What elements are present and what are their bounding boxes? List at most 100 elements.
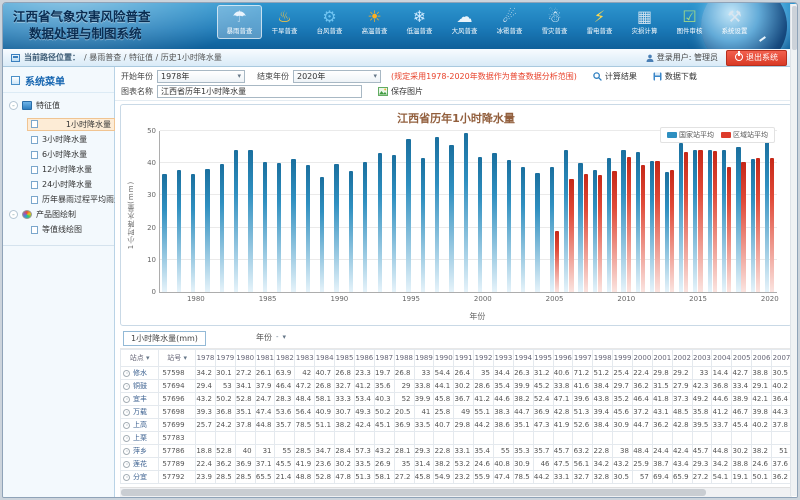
station-name[interactable]: 莲花 [133,459,147,469]
row-radio[interactable] [123,409,130,416]
toolbar-item-rainstorm-survey[interactable]: ☂暴雨普查 [217,5,262,39]
year-col-2006[interactable]: 2006 [752,350,772,367]
value-cell [235,432,255,445]
chart-name-input[interactable] [157,85,362,98]
year-col-1982[interactable]: 1982 [275,350,295,367]
year-col-1994[interactable]: 1994 [513,350,533,367]
station-column-header[interactable]: 站点 ▾ [121,350,159,367]
value-cell: 33.4 [732,380,752,393]
toolbar-item-lowtemp-survey[interactable]: ❄低温普查 [397,5,442,39]
toolbar-item-snow-survey[interactable]: ☃雪灾普查 [532,5,577,39]
year-col-1992[interactable]: 1992 [474,350,494,367]
year-col-1998[interactable]: 1998 [593,350,613,367]
sidebar-item-0-0[interactable]: 1小时降水量 [27,118,115,131]
year-col-2001[interactable]: 2001 [652,350,672,367]
end-year-select[interactable]: 2020年 ▾ [293,70,381,83]
bar-regional-2007 [584,174,588,292]
year-col-1986[interactable]: 1986 [354,350,374,367]
year-col-1987[interactable]: 1987 [374,350,394,367]
value-cell: 42.4 [672,445,692,458]
value-cell: 28.5 [235,471,255,484]
year-col-2004[interactable]: 2004 [712,350,732,367]
logout-button[interactable]: 退出系统 [726,50,787,66]
toolbar-item-typhoon-survey[interactable]: ⚙台风普查 [307,5,352,39]
year-col-2007[interactable]: 2007 [771,350,791,367]
horizontal-scrollbar-thumb[interactable] [121,489,706,496]
station-name[interactable]: 上高 [133,420,147,430]
station-name[interactable]: 宜丰 [133,394,147,404]
row-radio[interactable] [123,370,130,377]
year-col-2005[interactable]: 2005 [732,350,752,367]
toolbar-item-map-review[interactable]: ☑图件审核 [667,5,712,39]
row-radio[interactable] [123,448,130,455]
horizontal-scrollbar[interactable] [120,487,792,497]
toolbar-item-system-settings[interactable]: ⚒系统设置 [712,5,757,39]
sidebar-group-1[interactable]: -产品图绘制 [7,207,112,222]
year-col-1983[interactable]: 1983 [295,350,315,367]
calculate-button[interactable]: 计算结果 [593,71,637,82]
year-col-1990[interactable]: 1990 [434,350,454,367]
row-radio[interactable] [123,435,130,442]
value-cell: 78.5 [295,419,315,432]
year-col-1978[interactable]: 1978 [196,350,216,367]
station-name[interactable]: 分宜 [133,472,147,482]
year-col-1991[interactable]: 1991 [454,350,474,367]
year-col-1989[interactable]: 1989 [414,350,434,367]
year-col-2000[interactable]: 2000 [632,350,652,367]
expand-icon[interactable]: - [9,210,18,219]
year-col-1988[interactable]: 1988 [394,350,414,367]
year-col-2003[interactable]: 2003 [692,350,712,367]
sidebar-item-0-4[interactable]: 24小时降水量 [27,177,112,192]
station-name[interactable]: 萍乡 [133,446,147,456]
download-button[interactable]: 数据下载 [653,71,697,82]
sidebar-item-0-1[interactable]: 3小时降水量 [27,132,112,147]
row-radio[interactable] [123,461,130,468]
save-image-button[interactable]: 保存图片 [378,86,423,97]
legend-item-国家站平均[interactable]: 国家站平均 [667,130,714,140]
year-col-1979[interactable]: 1979 [215,350,235,367]
bar-national-2012 [650,161,654,292]
start-year-select[interactable]: 1978年 ▾ [157,70,245,83]
row-radio[interactable] [123,422,130,429]
legend-label: 区域站平均 [733,130,768,140]
sidebar-item-0-3[interactable]: 12小时降水量 [27,162,112,177]
year-col-1984[interactable]: 1984 [315,350,335,367]
row-radio[interactable] [123,474,130,481]
year-col-1985[interactable]: 1985 [335,350,355,367]
year-col-1997[interactable]: 1997 [573,350,593,367]
breadcrumb-path[interactable]: / 暴雨普查 / 特征值 / 历史1小时降水量 [84,52,222,63]
year-col-2002[interactable]: 2002 [672,350,692,367]
year-col-1980[interactable]: 1980 [235,350,255,367]
sidebar-group-0[interactable]: -特征值 [7,98,112,113]
year-col-1995[interactable]: 1995 [533,350,553,367]
station-name[interactable]: 上栗 [133,433,147,443]
toolbar-item-wind-survey[interactable]: ☁大风普查 [442,5,487,39]
row-radio[interactable] [123,396,130,403]
vertical-scrollbar[interactable] [790,4,797,496]
station-name[interactable]: 修水 [133,368,147,378]
toolbar-item-risk-calc[interactable]: ▦灾损计算 [622,5,667,39]
year-col-1999[interactable]: 1999 [613,350,633,367]
vertical-scrollbar-thumb[interactable] [792,6,797,50]
sidebar-item-0-2[interactable]: 6小时降水量 [27,147,112,162]
toolbar-item-hail-survey[interactable]: ☄冰雹普查 [487,5,532,39]
year-column-header[interactable]: 年份 - ▾ [256,332,286,343]
value-cell: 36.4 [771,393,791,406]
station-id-column-header[interactable]: 站号 ▾ [159,350,196,367]
sidebar-item-0-5[interactable]: 历年暴雨过程平均雨量 [27,192,112,207]
table-scroll-region[interactable]: 站点 ▾站号 ▾19781979198019811982198319841985… [120,349,792,487]
year-col-1996[interactable]: 1996 [553,350,573,367]
year-col-1993[interactable]: 1993 [493,350,513,367]
station-name[interactable]: 万载 [133,407,147,417]
legend-item-区域站平均[interactable]: 区域站平均 [721,130,768,140]
sidebar-item-1-0[interactable]: 等值线绘图 [27,222,112,237]
toolbar-item-hightemp-survey[interactable]: ☀高温普查 [352,5,397,39]
chart-legend[interactable]: 国家站平均 区域站平均 [660,127,775,143]
station-name[interactable]: 铜鼓 [133,381,147,391]
toolbar-item-lightning-survey[interactable]: ⚡雷电普查 [577,5,622,39]
expand-icon[interactable]: - [9,101,18,110]
row-radio[interactable] [123,383,130,390]
toolbar-item-drought-survey[interactable]: ♨干旱普查 [262,5,307,39]
year-col-1981[interactable]: 1981 [255,350,275,367]
value-cell: 57 [632,471,652,484]
